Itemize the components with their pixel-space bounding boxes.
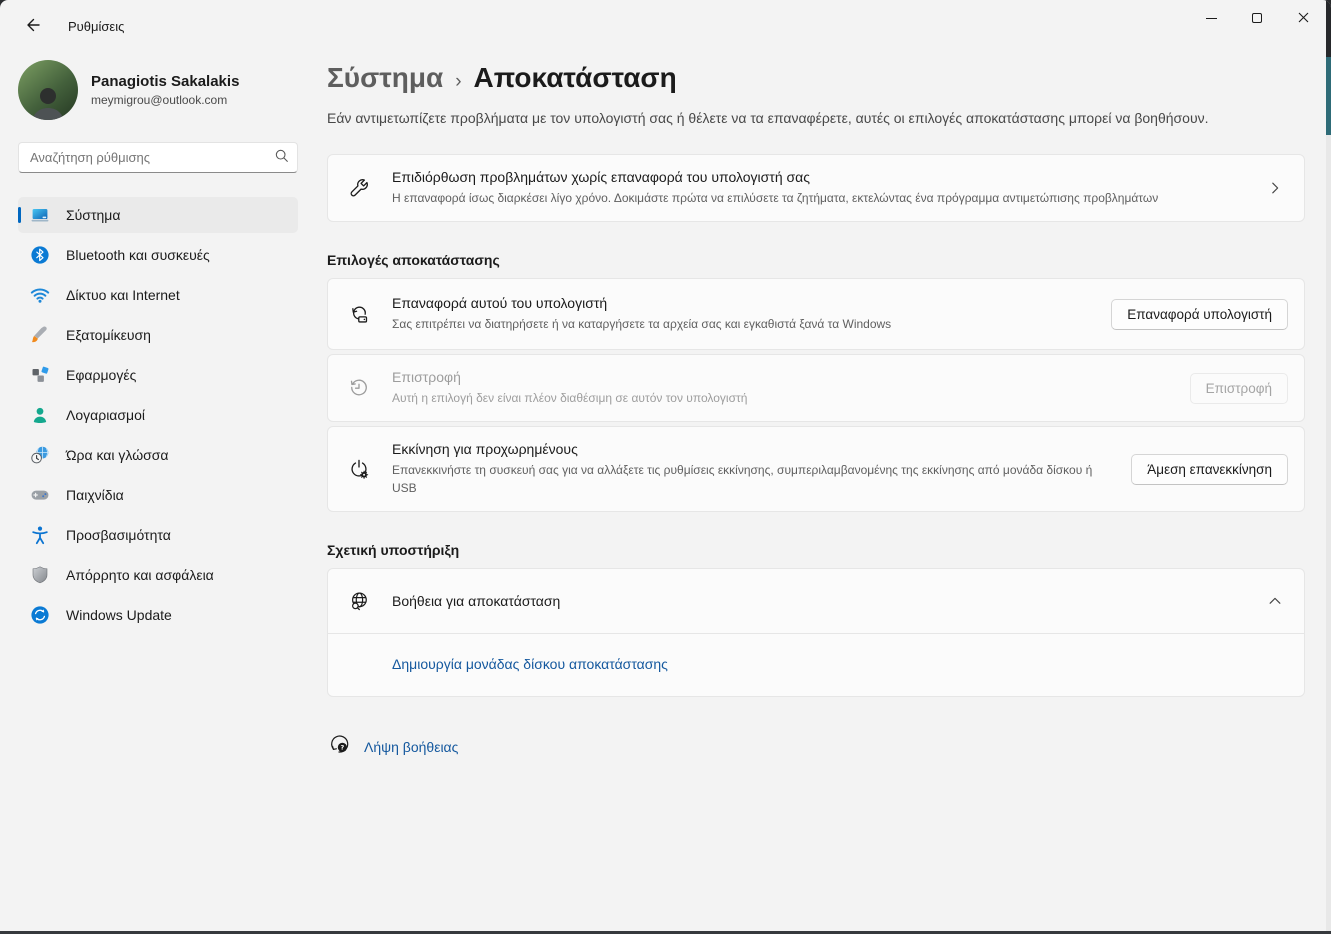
help-row-title: Βοήθεια για αποκατάσταση xyxy=(392,593,1250,609)
sidebar-item-label: Απόρρητο και ασφάλεια xyxy=(66,567,214,583)
maximize-button[interactable] xyxy=(1234,0,1280,36)
troubleshoot-card[interactable]: Επιδιόρθωση προβλημάτων χωρίς επαναφορά … xyxy=(327,154,1305,222)
chevron-up-icon[interactable] xyxy=(1262,588,1288,614)
help-bubble-icon: ? xyxy=(329,733,351,760)
sidebar: Panagiotis Sakalakis meymigrou@outlook.c… xyxy=(0,52,316,637)
maximize-icon xyxy=(1252,13,1262,23)
sidebar-item-apps[interactable]: Εφαρμογές xyxy=(18,357,298,393)
sidebar-item-bluetooth[interactable]: Bluetooth και συσκευές xyxy=(18,237,298,273)
history-icon xyxy=(348,377,370,399)
troubleshoot-title: Επιδιόρθωση προβλημάτων χωρίς επαναφορά … xyxy=(392,169,1250,185)
windows-update-icon xyxy=(30,605,50,625)
avatar xyxy=(18,60,78,120)
page-title: Αποκατάσταση xyxy=(474,62,677,94)
sidebar-item-label: Δίκτυο και Internet xyxy=(66,287,180,303)
sidebar-item-privacy[interactable]: Απόρρητο και ασφάλεια xyxy=(18,557,298,593)
main-content: Σύστημα › Αποκατάσταση Εάν αντιμετωπίζετ… xyxy=(327,52,1305,760)
background-window-edge xyxy=(1326,0,1331,934)
search-box xyxy=(18,142,298,173)
accessibility-icon xyxy=(30,525,50,545)
create-recovery-drive-link[interactable]: Δημιουργία μονάδας δίσκου αποκατάστασης xyxy=(392,656,668,672)
titlebar: Ρυθμίσεις xyxy=(0,0,1331,52)
window-controls xyxy=(1188,0,1326,36)
get-help-row: ? Λήψη βοήθειας xyxy=(327,733,1305,760)
sidebar-item-label: Windows Update xyxy=(66,607,172,623)
reset-pc-card: Επαναφορά αυτού του υπολογιστή Σας επιτρ… xyxy=(327,278,1305,350)
reset-pc-button[interactable]: Επαναφορά υπολογιστή xyxy=(1111,299,1288,330)
back-arrow-icon xyxy=(25,17,41,36)
close-button[interactable] xyxy=(1280,0,1326,36)
sidebar-item-label: Bluetooth και συσκευές xyxy=(66,247,210,263)
go-back-title: Επιστροφή xyxy=(392,369,1172,385)
time-language-icon xyxy=(30,445,50,465)
sidebar-item-label: Εξατομίκευση xyxy=(66,327,151,343)
sidebar-item-gaming[interactable]: Παιχνίδια xyxy=(18,477,298,513)
sidebar-item-accessibility[interactable]: Προσβασιμότητα xyxy=(18,517,298,553)
close-icon xyxy=(1298,11,1309,26)
section-related-support: Σχετική υποστήριξη xyxy=(327,542,1305,558)
chevron-right-icon[interactable] xyxy=(1262,175,1288,201)
sidebar-item-windows-update[interactable]: Windows Update xyxy=(18,597,298,633)
privacy-icon xyxy=(30,565,50,585)
sidebar-item-label: Παιχνίδια xyxy=(66,487,124,503)
go-back-card: Επιστροφή Αυτή η επιλογή δεν είναι πλέον… xyxy=(327,354,1305,422)
bluetooth-icon xyxy=(30,245,50,265)
power-gear-icon xyxy=(348,458,370,480)
minimize-button[interactable] xyxy=(1188,0,1234,36)
minimize-icon xyxy=(1206,18,1217,19)
related-support-card: Βοήθεια για αποκατάσταση Δημιουργία μονά… xyxy=(327,568,1305,697)
wrench-icon xyxy=(348,177,370,199)
sidebar-item-label: Προσβασιμότητα xyxy=(66,527,171,543)
go-back-subtitle: Αυτή η επιλογή δεν είναι πλέον διαθέσιμη… xyxy=(392,389,1112,407)
troubleshoot-subtitle: Η επαναφορά ίσως διαρκέσει λίγο χρόνο. Δ… xyxy=(392,189,1212,207)
sidebar-item-network[interactable]: Δίκτυο και Internet xyxy=(18,277,298,313)
system-icon xyxy=(30,205,50,225)
sidebar-item-label: Λογαριασμοί xyxy=(66,407,145,423)
sidebar-item-label: Εφαρμογές xyxy=(66,367,136,383)
user-email: meymigrou@outlook.com xyxy=(91,93,239,107)
svg-text:?: ? xyxy=(341,744,345,752)
help-expander-row[interactable]: Βοήθεια για αποκατάσταση xyxy=(328,569,1304,633)
app-title: Ρυθμίσεις xyxy=(68,19,124,34)
sidebar-item-label: Σύστημα xyxy=(66,207,120,223)
sidebar-item-personalization[interactable]: Εξατομίκευση xyxy=(18,317,298,353)
page-description: Εάν αντιμετωπίζετε προβλήματα με τον υπο… xyxy=(327,110,1305,126)
breadcrumb: Σύστημα › Αποκατάσταση xyxy=(327,62,1305,94)
sidebar-item-time-language[interactable]: Ώρα και γλώσσα xyxy=(18,437,298,473)
restart-now-button[interactable]: Άμεση επανεκκίνηση xyxy=(1131,454,1288,485)
gaming-icon xyxy=(30,485,50,505)
settings-window: Ρυθμίσεις Panagiotis Sakalakis meymigrou… xyxy=(0,0,1331,934)
reset-pc-icon xyxy=(348,303,370,325)
breadcrumb-parent[interactable]: Σύστημα xyxy=(327,62,443,94)
back-button[interactable] xyxy=(16,11,50,41)
advanced-startup-card: Εκκίνηση για προχωρημένους Επανεκκινήστε… xyxy=(327,426,1305,512)
sidebar-nav: Σύστημα Bluetooth και συσκευές Δίκτυο κα… xyxy=(18,197,298,633)
sidebar-item-accounts[interactable]: Λογαριασμοί xyxy=(18,397,298,433)
globe-search-icon xyxy=(348,590,370,612)
section-recovery-options: Επιλογές αποκατάστασης xyxy=(327,252,1305,268)
apps-icon xyxy=(30,365,50,385)
breadcrumb-separator-icon: › xyxy=(455,71,461,93)
user-name: Panagiotis Sakalakis xyxy=(91,73,239,90)
search-icon xyxy=(274,148,289,168)
network-icon xyxy=(30,285,50,305)
sidebar-item-label: Ώρα και γλώσσα xyxy=(66,447,169,463)
accounts-icon xyxy=(30,405,50,425)
get-help-link[interactable]: Λήψη βοήθειας xyxy=(364,739,458,755)
personalization-icon xyxy=(30,325,50,345)
reset-pc-subtitle: Σας επιτρέπει να διατηρήσετε ή να καταργ… xyxy=(392,315,1093,333)
sidebar-item-system[interactable]: Σύστημα xyxy=(18,197,298,233)
search-input[interactable] xyxy=(30,150,274,165)
advanced-startup-subtitle: Επανεκκινήστε τη συσκευή σας για να αλλά… xyxy=(392,461,1112,497)
reset-pc-title: Επαναφορά αυτού του υπολογιστή xyxy=(392,295,1093,311)
user-profile[interactable]: Panagiotis Sakalakis meymigrou@outlook.c… xyxy=(18,60,298,120)
advanced-startup-title: Εκκίνηση για προχωρημένους xyxy=(392,441,1113,457)
go-back-button: Επιστροφή xyxy=(1190,373,1288,404)
